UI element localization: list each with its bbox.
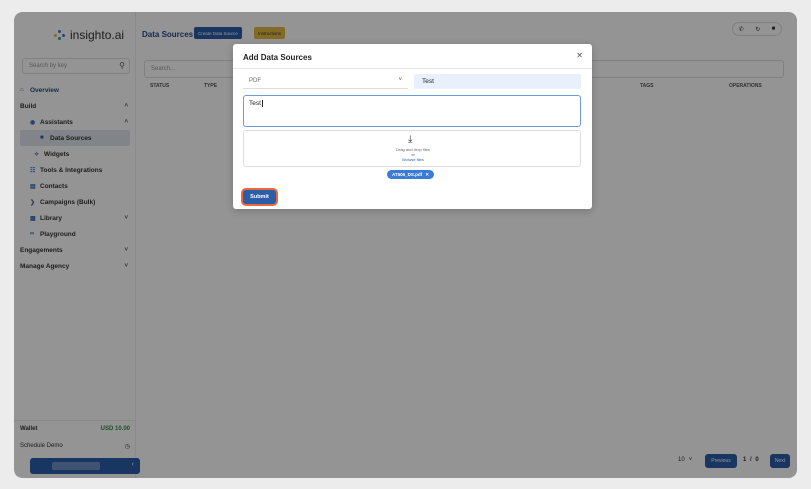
submit-button[interactable]: Submit <box>243 190 276 204</box>
modal-title: Add Data Sources <box>243 53 312 62</box>
add-data-sources-modal: Add Data Sources ✕ PDF ˅ Test Test ⤓ Dra… <box>233 44 592 209</box>
modal-divider <box>233 68 592 69</box>
text-cursor <box>261 100 263 107</box>
description-textarea[interactable]: Test <box>243 95 581 127</box>
source-name-input[interactable]: Test <box>414 74 581 89</box>
close-icon[interactable]: ✕ <box>576 51 583 60</box>
file-chip: AT506_DS.pdf ✕ <box>387 170 434 179</box>
file-chip-name: AT506_DS.pdf <box>392 172 423 177</box>
remove-file-icon[interactable]: ✕ <box>425 172 429 178</box>
source-type-select[interactable]: PDF ˅ <box>243 74 408 89</box>
download-icon: ⤓ <box>408 134 413 145</box>
browse-files-link[interactable]: Browse files <box>244 157 582 162</box>
file-drop-zone[interactable]: ⤓ Drag and drop files or Browse files <box>243 130 581 167</box>
chevron-down-icon: ˅ <box>398 77 402 83</box>
